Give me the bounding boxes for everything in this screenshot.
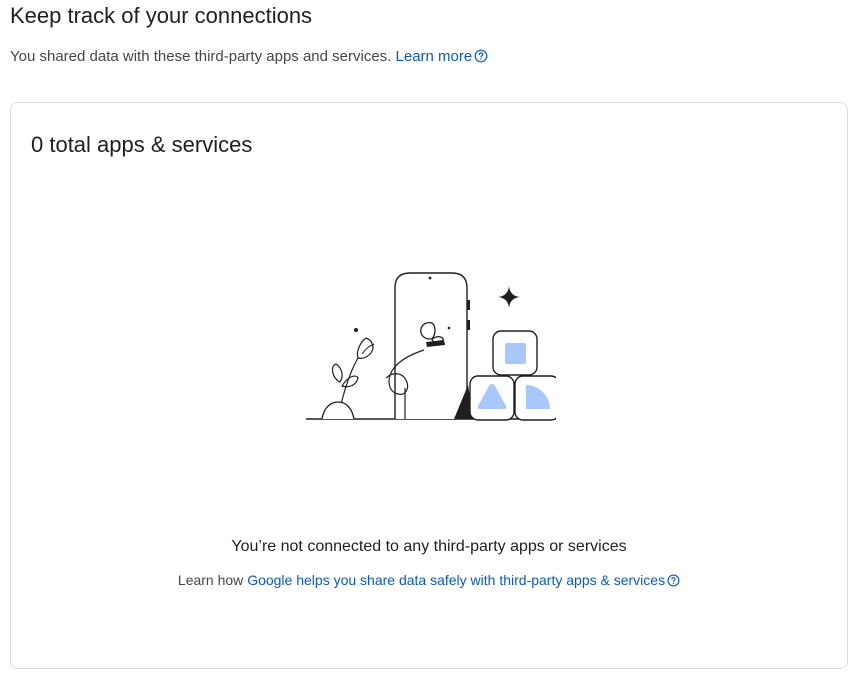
learn-more-link[interactable]: Learn more — [396, 48, 489, 65]
empty-state-subtitle: Learn how Google helps you share data sa… — [11, 570, 847, 590]
page-title: Keep track of your connections — [10, 3, 313, 28]
connections-card: 0 total apps & services You’re not conne… — [10, 102, 848, 669]
learn-more-label: Learn more — [395, 48, 473, 65]
help-circle-icon — [667, 574, 680, 587]
intro-text: You shared data with these third-party a… — [10, 47, 488, 67]
empty-state-illustration — [306, 272, 556, 421]
share-data-safely-link[interactable]: Google helps you share data safely with … — [247, 572, 680, 588]
help-circle-icon — [474, 49, 488, 63]
share-data-safely-label: Google helps you share data safely with … — [247, 572, 666, 588]
empty-state-title: You’re not connected to any third-party … — [231, 538, 627, 555]
empty-state-subtitle-prefix: Learn how — [177, 572, 248, 588]
intro-description: You shared data with these third-party a… — [10, 48, 396, 65]
card-title: 0 total apps & services — [31, 132, 253, 157]
